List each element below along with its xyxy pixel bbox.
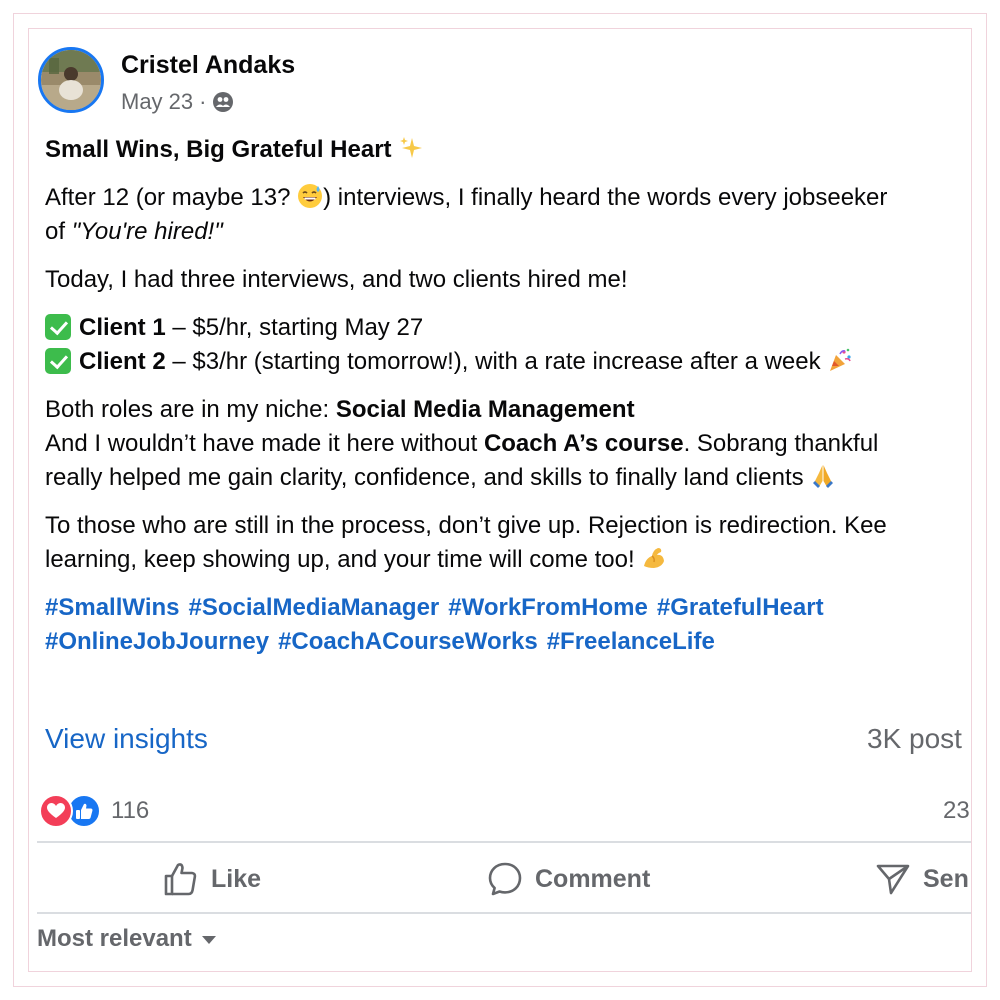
hired-quote: "You're hired!" xyxy=(71,218,223,245)
sweat-smile-icon xyxy=(297,183,323,209)
post-impressions: 3K post xyxy=(867,723,962,754)
thanks-tail: . Sobrang thankful xyxy=(683,430,879,457)
comment-bubble-icon xyxy=(487,861,523,897)
send-button[interactable]: Sen xyxy=(875,857,969,901)
avatar-photo xyxy=(41,50,101,110)
flexed-biceps-icon xyxy=(641,545,667,571)
thumbs-up-icon xyxy=(163,861,199,897)
niche-intro: Both roles are in my niche: xyxy=(45,396,336,423)
thanks-intro: And I wouldn’t have made it here without xyxy=(45,430,484,457)
client-1-detail: – $5/hr, starting May 27 xyxy=(165,314,424,341)
like-label: Like xyxy=(211,864,262,893)
party-popper-icon xyxy=(827,347,853,373)
comment-count[interactable]: 23 xyxy=(943,797,970,825)
client-2-label: Client 2 xyxy=(79,348,166,375)
sort-label: Most relevant xyxy=(37,925,192,952)
hashtag-link[interactable]: #GratefulHeart xyxy=(657,594,824,621)
post-card: Cristel Andaks May 23 · Small Wins, Big … xyxy=(28,28,972,972)
hashtag-link[interactable]: #CoachACourseWorks xyxy=(278,628,538,655)
hashtag-link[interactable]: #FreelanceLife xyxy=(547,628,715,655)
paragraph-2: Today, I had three interviews, and two c… xyxy=(45,266,628,293)
send-icon xyxy=(875,861,911,897)
check-mark-icon xyxy=(45,348,71,374)
caret-down-icon xyxy=(201,936,216,944)
reaction-count: 116 xyxy=(111,797,150,824)
divider xyxy=(37,841,971,843)
post-title: Small Wins, Big Grateful Heart xyxy=(45,136,392,163)
hashtags-line-1: #SmallWins #SocialMediaManager #WorkFromHo… xyxy=(45,591,971,625)
course-name: Coach A’s course xyxy=(483,430,684,457)
post-body: Small Wins, Big Grateful Heart After 12 … xyxy=(45,133,971,659)
divider xyxy=(37,912,971,914)
comment-label: Comment xyxy=(535,864,651,893)
meta-separator: · xyxy=(199,89,207,114)
sparkles-icon xyxy=(398,135,424,161)
author-name[interactable]: Cristel Andaks xyxy=(121,51,295,80)
view-insights-link[interactable]: View insights xyxy=(45,723,208,755)
check-mark-icon xyxy=(45,314,71,340)
hashtag-link[interactable]: #WorkFromHome xyxy=(448,594,648,621)
friends-icon[interactable] xyxy=(212,91,234,113)
hashtag-link[interactable]: #OnlineJobJourney xyxy=(45,628,269,655)
hashtags-line-2: #OnlineJobJourney #CoachACourseWorks #Free… xyxy=(45,625,971,659)
reactions-summary[interactable]: 116 xyxy=(39,794,149,828)
like-button[interactable]: Like xyxy=(163,857,261,901)
comment-sort-dropdown[interactable]: Most relevant xyxy=(37,921,216,957)
folded-hands-icon xyxy=(810,463,836,489)
hashtag-link[interactable]: #SmallWins xyxy=(45,594,180,621)
post-date[interactable]: May 23 xyxy=(121,89,193,115)
niche-name: Social Media Management xyxy=(335,396,635,423)
closing-line-1: To those who are still in the process, d… xyxy=(45,512,887,539)
paragraph-1c: of xyxy=(45,218,72,245)
post-meta: May 23 · xyxy=(121,87,234,117)
comment-button[interactable]: Comment xyxy=(487,857,650,901)
paragraph-1b: ) interviews, I finally heard the words … xyxy=(323,184,888,211)
love-reaction-icon xyxy=(39,794,73,828)
avatar[interactable] xyxy=(38,47,104,113)
send-label: Sen xyxy=(923,864,969,893)
paragraph-1a: After 12 (or maybe 13? xyxy=(45,184,298,211)
closing-line-2: learning, keep showing up, and your time… xyxy=(45,546,642,573)
client-2-detail: – $3/hr (starting tomorrow!), with a rat… xyxy=(165,348,828,375)
client-1-label: Client 1 xyxy=(79,314,166,341)
hashtag-link[interactable]: #SocialMediaManager xyxy=(189,594,440,621)
thanks-line-2: really helped me gain clarity, confidenc… xyxy=(45,464,811,491)
